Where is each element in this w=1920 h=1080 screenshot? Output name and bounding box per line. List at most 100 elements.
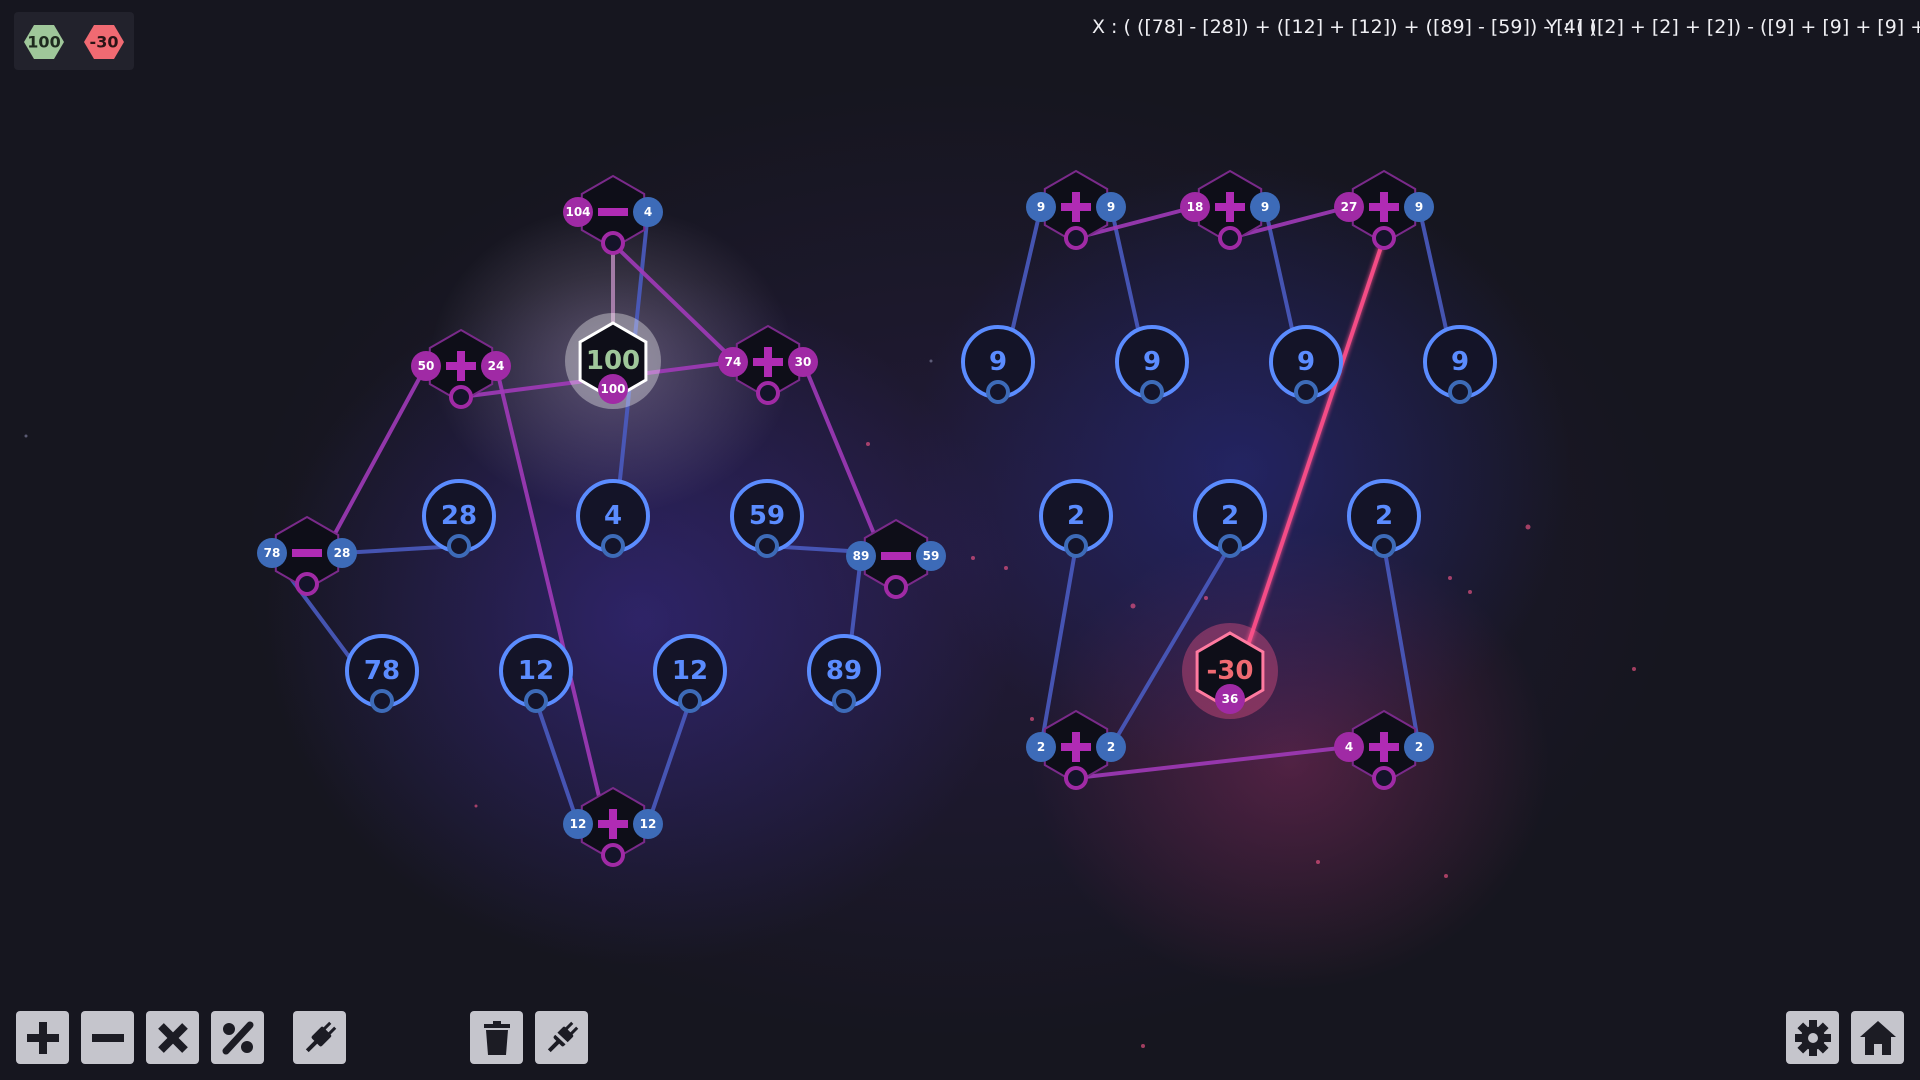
operator-node-plus-l[interactable]: 50 24	[411, 328, 511, 409]
percent-icon	[222, 1021, 253, 1054]
operator-node-plus-2b[interactable]: 42	[1334, 709, 1434, 790]
delete-button[interactable]	[470, 1011, 523, 1064]
operator-node-plus-9b[interactable]: 18 9	[1180, 169, 1280, 250]
operator-output-port[interactable]	[1372, 766, 1396, 790]
wire-12a-to-plus-bottom	[534, 699, 580, 826]
operator-left-value: 2	[1037, 740, 1045, 754]
number-node-n12a[interactable]: 12	[499, 634, 573, 713]
goal-input-value: 100	[600, 382, 625, 396]
number-node-n59[interactable]: 59	[730, 479, 804, 558]
number-node-value: 12	[672, 656, 708, 686]
operator-output-port[interactable]	[1064, 226, 1088, 250]
operator-output-port[interactable]	[756, 381, 780, 405]
operator-left-value: 12	[570, 817, 587, 831]
number-node-value: 2	[1067, 501, 1085, 531]
operator-right-value: 9	[1415, 200, 1423, 214]
connect-tool-button[interactable]	[293, 1011, 346, 1064]
operator-left-value: 27	[1341, 200, 1358, 214]
minus-icon	[598, 208, 628, 216]
operator-output-port[interactable]	[601, 231, 625, 255]
number-node-n9c[interactable]: 9	[1269, 325, 1343, 404]
operator-left-value: 78	[264, 546, 281, 560]
add-tool-button[interactable]	[16, 1011, 69, 1064]
puzzle-board[interactable]: 28 4 5978 12 12 899 9 9 92 2 2 104 450 24 74 3078 28 89 5…	[0, 0, 1920, 1080]
operator-node-minus-top[interactable]: 104 4	[563, 174, 663, 255]
number-output-port[interactable]	[1372, 534, 1396, 558]
number-output-port[interactable]	[1140, 380, 1164, 404]
number-node-n2b[interactable]: 2	[1193, 479, 1267, 558]
number-output-port[interactable]	[986, 380, 1010, 404]
operator-right-value: 24	[488, 359, 505, 373]
number-output-port[interactable]	[832, 689, 856, 713]
number-output-port[interactable]	[1294, 380, 1318, 404]
number-output-port[interactable]	[755, 534, 779, 558]
plus-icon-vertical	[609, 809, 617, 839]
number-nodes: 28 4 59 78 12 12 89 9 9 9 9 2 2 2	[345, 325, 1497, 713]
wire-plus-bottom-to-plus-l	[494, 364, 615, 857]
operator-left-value: 50	[418, 359, 435, 373]
plug-icon	[305, 1021, 336, 1052]
number-node-value: 28	[441, 501, 477, 531]
multiply-tool-button[interactable]	[146, 1011, 199, 1064]
operator-node-plus-2a[interactable]: 22	[1026, 709, 1126, 790]
divide-tool-button[interactable]	[211, 1011, 264, 1064]
number-node-value: 9	[989, 347, 1007, 377]
number-node-n12b[interactable]: 12	[653, 634, 727, 713]
number-output-port[interactable]	[1448, 380, 1472, 404]
number-node-n28[interactable]: 28	[422, 479, 496, 558]
operator-node-plus-9a[interactable]: 99	[1026, 169, 1126, 250]
operator-left-value: 4	[1345, 740, 1353, 754]
goal-node-goal-100: 100100	[565, 313, 661, 409]
target-badges: 100 -30	[24, 25, 124, 59]
operator-node-minus-l[interactable]: 78 28	[257, 515, 357, 596]
goal-node-goal-minus30: -3036	[1182, 623, 1278, 719]
number-node-n78[interactable]: 78	[345, 634, 419, 713]
number-node-n2c[interactable]: 2	[1347, 479, 1421, 558]
disconnect-button[interactable]	[535, 1011, 588, 1064]
goal-input-value: 36	[1222, 692, 1239, 706]
operator-node-plus-bottom[interactable]: 12 12	[563, 786, 663, 867]
number-output-port[interactable]	[678, 689, 702, 713]
operator-output-port[interactable]	[449, 385, 473, 409]
number-output-port[interactable]	[524, 689, 548, 713]
number-output-port[interactable]	[370, 689, 394, 713]
plus-icon-vertical	[1380, 732, 1388, 762]
number-output-port[interactable]	[1218, 534, 1242, 558]
operator-node-minus-r[interactable]: 89 59	[846, 518, 946, 599]
number-output-port[interactable]	[1064, 534, 1088, 558]
operator-output-port[interactable]	[601, 843, 625, 867]
operator-left-value: 104	[565, 205, 590, 219]
operator-right-value: 12	[640, 817, 657, 831]
number-node-n9a[interactable]: 9	[961, 325, 1035, 404]
number-output-port[interactable]	[447, 534, 471, 558]
subtract-tool-button[interactable]	[81, 1011, 134, 1064]
number-node-value: 2	[1221, 501, 1239, 531]
number-output-port[interactable]	[601, 534, 625, 558]
plus-icon-vertical	[457, 351, 465, 381]
gear-icon	[1794, 1019, 1831, 1056]
operator-left-value: 89	[853, 549, 870, 563]
plus-icon-vertical	[1072, 192, 1080, 222]
home-button[interactable]	[1851, 1011, 1904, 1064]
number-node-n2a[interactable]: 2	[1039, 479, 1113, 558]
number-node-value: 9	[1297, 347, 1315, 377]
operator-output-port[interactable]	[1064, 766, 1088, 790]
operator-right-value: 4	[644, 205, 652, 219]
number-node-n4[interactable]: 4	[576, 479, 650, 558]
number-node-n9b[interactable]: 9	[1115, 325, 1189, 404]
number-node-n89[interactable]: 89	[807, 634, 881, 713]
unplug-icon	[546, 1021, 578, 1053]
plus-icon-vertical	[1226, 192, 1234, 222]
number-node-value: 59	[749, 501, 785, 531]
operator-output-port[interactable]	[884, 575, 908, 599]
operator-output-port[interactable]	[295, 572, 319, 596]
settings-button[interactable]	[1786, 1011, 1839, 1064]
times-icon	[157, 1022, 188, 1053]
operator-node-plus-9c[interactable]: 27 9	[1334, 169, 1434, 250]
target-label-2: -30	[90, 33, 119, 52]
number-node-n9d[interactable]: 9	[1423, 325, 1497, 404]
operator-output-port[interactable]	[1218, 226, 1242, 250]
operator-node-plus-r[interactable]: 74 30	[718, 324, 818, 405]
plus-icon-vertical	[1072, 732, 1080, 762]
operator-output-port[interactable]	[1372, 226, 1396, 250]
